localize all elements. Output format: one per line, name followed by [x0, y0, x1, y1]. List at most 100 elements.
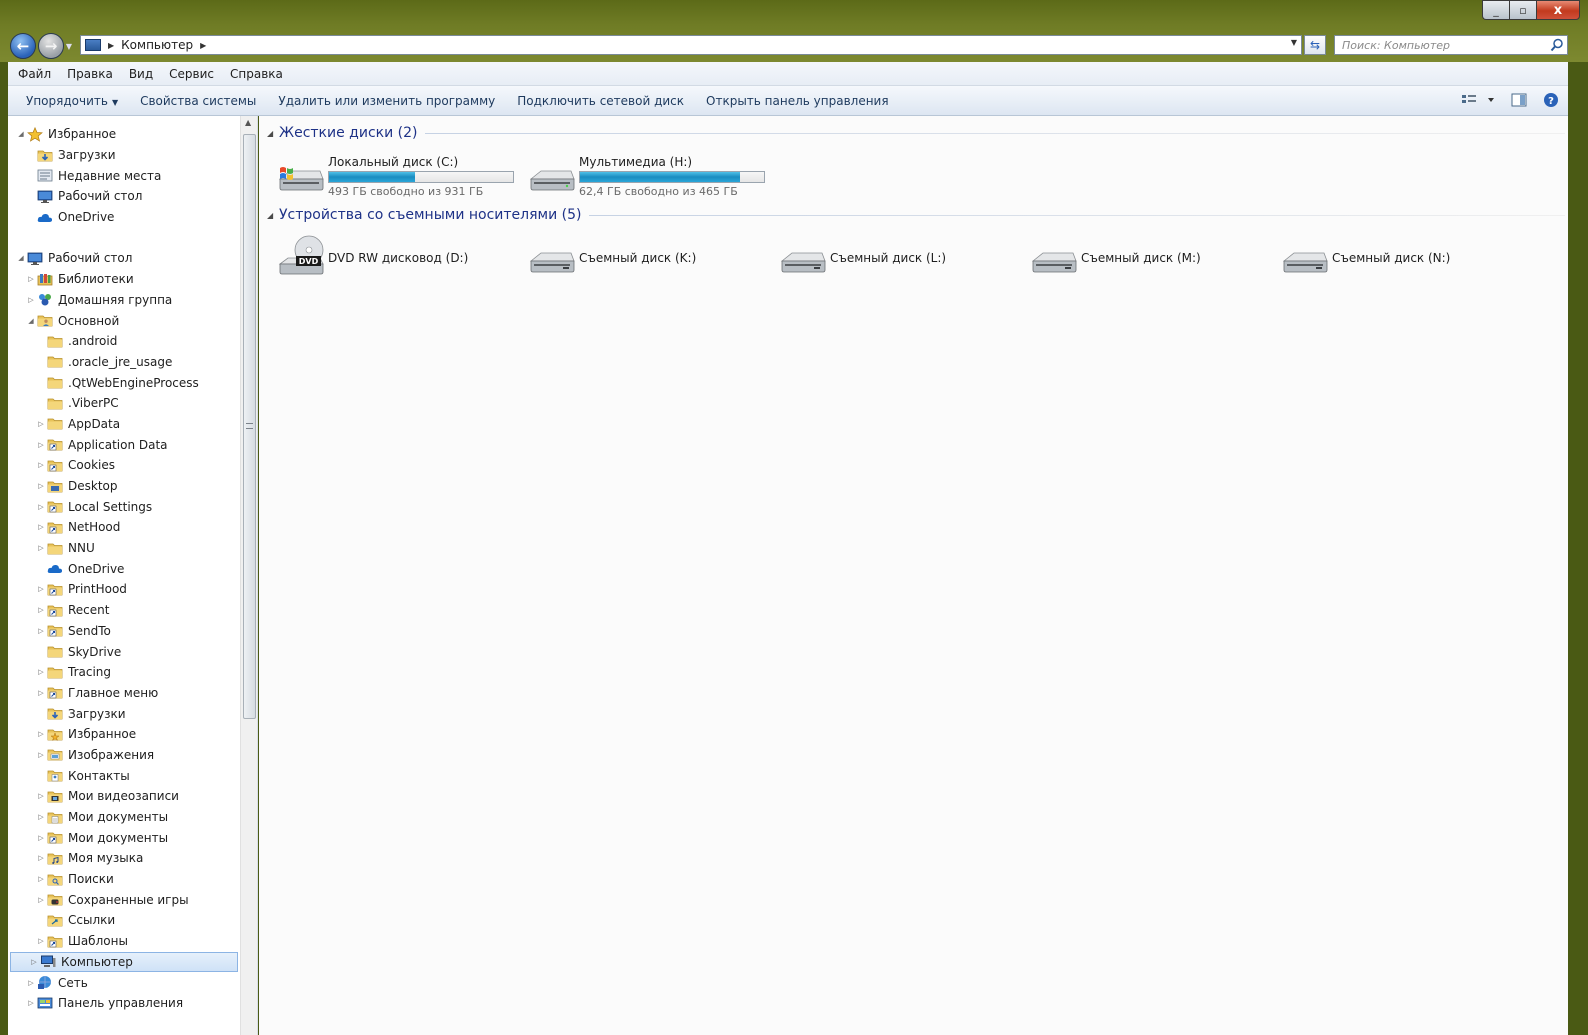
- close-button[interactable]: x: [1536, 0, 1580, 20]
- menu-edit[interactable]: Правка: [59, 67, 121, 81]
- breadcrumb-separator-icon[interactable]: ▶: [108, 41, 114, 50]
- expand-arrow-icon[interactable]: ▷: [29, 958, 39, 966]
- collapse-arrow-icon[interactable]: ◢: [26, 317, 36, 325]
- nav-tree-item[interactable]: ◢ Избранное: [8, 124, 240, 145]
- expand-arrow-icon[interactable]: ▷: [36, 420, 46, 428]
- back-button[interactable]: ←: [10, 33, 36, 59]
- group-hard-disks-header[interactable]: ◢ Жесткие диски (2): [267, 125, 1565, 141]
- nav-tree-item[interactable]: ▷ Мои документы: [8, 807, 240, 828]
- recent-pages-dropdown[interactable]: ▼: [64, 33, 74, 59]
- collapse-arrow-icon[interactable]: ◢: [16, 254, 26, 262]
- nav-tree-item[interactable]: ▷ Мои документы: [8, 827, 240, 848]
- nav-tree-item[interactable]: ▷ Моя музыка: [8, 848, 240, 869]
- search-input[interactable]: Поиск: Компьютер: [1334, 35, 1568, 55]
- drive-item[interactable]: Съемный диск (L:): [778, 234, 946, 280]
- nav-tree-item[interactable]: ▷ NNU: [8, 538, 240, 559]
- open-control-panel-button[interactable]: Открыть панель управления: [698, 94, 903, 108]
- nav-tree-item[interactable]: .android: [8, 331, 240, 352]
- nav-tree-item[interactable]: ▷ Cookies: [8, 455, 240, 476]
- nav-tree-item[interactable]: ▷ Изображения: [8, 745, 240, 766]
- drive-item[interactable]: Съемный диск (N:): [1280, 234, 1450, 280]
- expand-arrow-icon[interactable]: ▷: [36, 544, 46, 552]
- expand-arrow-icon[interactable]: ▷: [36, 461, 46, 469]
- collapse-icon[interactable]: ◢: [267, 211, 279, 220]
- expand-arrow-icon[interactable]: ▷: [36, 854, 46, 862]
- nav-tree-item[interactable]: Контакты: [8, 765, 240, 786]
- nav-tree-item[interactable]: OneDrive: [8, 207, 240, 228]
- scroll-up-icon[interactable]: ▲: [245, 118, 251, 127]
- nav-tree-item[interactable]: Загрузки: [8, 145, 240, 166]
- expand-arrow-icon[interactable]: ▷: [36, 937, 46, 945]
- maximize-button[interactable]: ▫: [1509, 0, 1536, 20]
- nav-tree-item[interactable]: ▷ Сохраненные игры: [8, 889, 240, 910]
- nav-tree-item[interactable]: ▷ Tracing: [8, 662, 240, 683]
- breadcrumb-computer[interactable]: Компьютер: [121, 38, 193, 52]
- help-button[interactable]: ?: [1542, 91, 1560, 109]
- expand-arrow-icon[interactable]: ▷: [36, 730, 46, 738]
- nav-tree-item[interactable]: .oracle_jre_usage: [8, 352, 240, 373]
- expand-arrow-icon[interactable]: ▷: [36, 689, 46, 697]
- drive-item[interactable]: DVD DVD RW дисковод (D:): [276, 234, 468, 280]
- nav-tree-item[interactable]: OneDrive: [8, 558, 240, 579]
- drive-item[interactable]: Съемный диск (M:): [1029, 234, 1201, 280]
- nav-tree-item[interactable]: SkyDrive: [8, 641, 240, 662]
- collapse-arrow-icon[interactable]: ◢: [16, 130, 26, 138]
- group-removable-header[interactable]: ◢ Устройства со съемными носителями (5): [267, 207, 1565, 223]
- drive-item[interactable]: Мультимедиа (H:) 62,4 ГБ свободно из 465 …: [527, 152, 765, 198]
- expand-arrow-icon[interactable]: ▷: [36, 441, 46, 449]
- expand-arrow-icon[interactable]: ▷: [36, 606, 46, 614]
- search-icon[interactable]: [1550, 38, 1564, 52]
- expand-arrow-icon[interactable]: ▷: [26, 275, 36, 283]
- expand-arrow-icon[interactable]: ▷: [36, 792, 46, 800]
- expand-arrow-icon[interactable]: ▷: [36, 482, 46, 490]
- expand-arrow-icon[interactable]: ▷: [36, 834, 46, 842]
- breadcrumb-separator-icon[interactable]: ▶: [200, 41, 206, 50]
- nav-tree-item[interactable]: ▷ SendTo: [8, 621, 240, 642]
- address-history-dropdown[interactable]: ▼: [1291, 38, 1297, 47]
- drive-item[interactable]: Съемный диск (K:): [527, 234, 696, 280]
- nav-tree-item[interactable]: ▷ Домашняя группа: [8, 290, 240, 311]
- expand-arrow-icon[interactable]: ▷: [36, 875, 46, 883]
- expand-arrow-icon[interactable]: ▷: [26, 979, 36, 987]
- forward-button[interactable]: →: [38, 33, 64, 59]
- menu-tools[interactable]: Сервис: [161, 67, 222, 81]
- expand-arrow-icon[interactable]: ▷: [36, 503, 46, 511]
- map-network-drive-button[interactable]: Подключить сетевой диск: [509, 94, 698, 108]
- menu-view[interactable]: Вид: [121, 67, 161, 81]
- nav-tree-item[interactable]: ▷ Local Settings: [8, 496, 240, 517]
- nav-scrollbar[interactable]: ▲: [240, 116, 257, 1035]
- nav-tree-item[interactable]: ▷ AppData: [8, 414, 240, 435]
- nav-tree-item[interactable]: Ссылки: [8, 910, 240, 931]
- nav-tree-item[interactable]: Рабочий стол: [8, 186, 240, 207]
- nav-tree-item[interactable]: ▷ NetHood: [8, 517, 240, 538]
- menu-help[interactable]: Справка: [222, 67, 291, 81]
- nav-tree-item[interactable]: ▷ Панель управления: [8, 993, 240, 1014]
- system-properties-button[interactable]: Свойства системы: [132, 94, 270, 108]
- nav-tree-item[interactable]: ◢ Рабочий стол: [8, 248, 240, 269]
- nav-tree-item[interactable]: .ViberPC: [8, 393, 240, 414]
- nav-tree-item[interactable]: ◢ Основной: [8, 310, 240, 331]
- nav-tree-item[interactable]: ▷ Компьютер: [10, 951, 238, 973]
- nav-tree-item[interactable]: ▷ Мои видеозаписи: [8, 786, 240, 807]
- scrollbar-thumb[interactable]: [243, 134, 256, 719]
- expand-arrow-icon[interactable]: ▷: [36, 523, 46, 531]
- nav-tree-item[interactable]: Недавние места: [8, 165, 240, 186]
- nav-tree-item[interactable]: ▷ Desktop: [8, 476, 240, 497]
- address-bar[interactable]: ▶ Компьютер ▶ ▼: [80, 35, 1302, 55]
- organize-button[interactable]: Упорядочить ▼: [18, 94, 132, 108]
- nav-tree-item[interactable]: ▷ Сеть: [8, 972, 240, 993]
- nav-tree-item[interactable]: .QtWebEngineProcess: [8, 372, 240, 393]
- nav-tree-item[interactable]: ▷ Шаблоны: [8, 931, 240, 952]
- expand-arrow-icon[interactable]: ▷: [36, 585, 46, 593]
- expand-arrow-icon[interactable]: ▷: [36, 751, 46, 759]
- menu-file[interactable]: Файл: [10, 67, 59, 81]
- uninstall-program-button[interactable]: Удалить или изменить программу: [270, 94, 509, 108]
- expand-arrow-icon[interactable]: ▷: [36, 668, 46, 676]
- nav-tree-item[interactable]: ▷ Библиотеки: [8, 269, 240, 290]
- drive-item[interactable]: Локальный диск (C:) 493 ГБ свободно из 93…: [276, 152, 514, 198]
- nav-tree-item[interactable]: ▷ Главное меню: [8, 683, 240, 704]
- nav-tree-item[interactable]: Загрузки: [8, 703, 240, 724]
- refresh-button[interactable]: ⇆: [1304, 35, 1326, 55]
- preview-pane-button[interactable]: [1510, 91, 1528, 109]
- nav-tree-item[interactable]: ▷ PrintHood: [8, 579, 240, 600]
